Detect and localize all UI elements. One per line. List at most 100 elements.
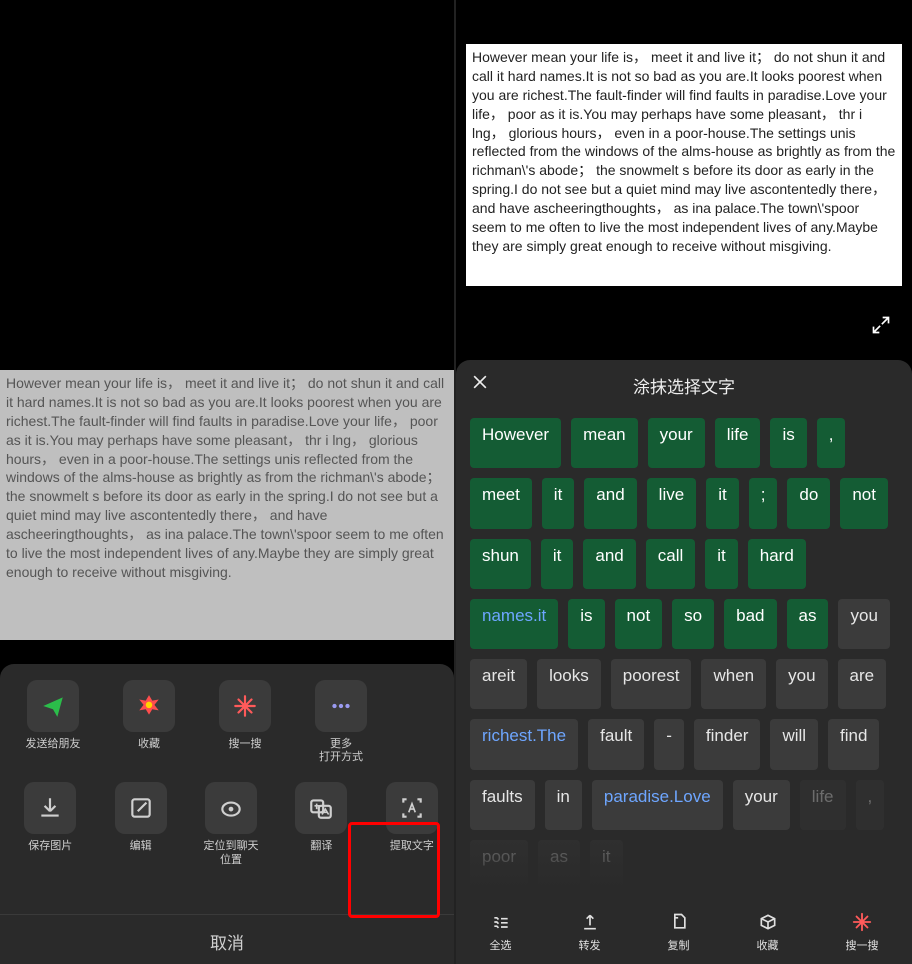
word-chip[interactable]: meet [470,478,532,528]
word-chip[interactable]: do [787,478,830,528]
dimmed-text-preview: However mean your life is， meet it and l… [0,370,454,640]
sheet-item-share[interactable]: 发送给朋友 [18,680,88,764]
word-chip[interactable]: it [705,539,738,589]
sheet-item-search[interactable]: 搜一搜 [210,680,280,764]
word-chip[interactable]: your [733,780,790,830]
word-chip[interactable]: is [568,599,604,649]
word-chip[interactable]: live [647,478,697,528]
word-chip[interactable]: and [583,539,635,589]
toolbar-item-collect[interactable]: 收藏 [757,911,779,953]
sheet-item-label: 更多 打开方式 [319,738,363,764]
sheet-title: 涂抹选择文字 [498,373,898,398]
favorite-icon [123,680,175,732]
sheet-item-label: 保存图片 [28,840,72,853]
translate-icon [295,782,347,834]
word-chip[interactable]: , [856,780,885,830]
word-chip[interactable]: will [770,719,818,769]
sheet-item-download[interactable]: 保存图片 [18,782,82,866]
toolbar-item-forward[interactable]: 转发 [579,911,601,953]
word-chip[interactable]: poorest [611,659,692,709]
select-all-icon [490,911,512,933]
word-chip[interactable]: in [545,780,582,830]
collect-icon [757,911,779,933]
sheet-item-label: 收藏 [138,738,160,751]
search-icon [219,680,271,732]
ocr-icon [386,782,438,834]
sheet-item-label: 提取文字 [390,840,434,853]
word-chip[interactable]: and [584,478,636,528]
toolbar-item-search[interactable]: 搜一搜 [846,911,879,953]
word-chip[interactable]: you [776,659,827,709]
close-icon[interactable] [470,372,498,398]
forward-icon [579,911,601,933]
word-chip[interactable]: as [787,599,829,649]
word-chip[interactable]: richest.The [470,719,578,769]
word-chip[interactable]: are [838,659,887,709]
toolbar-label: 收藏 [757,937,779,953]
word-chip[interactable]: so [672,599,714,649]
search-icon [851,911,873,933]
word-chip[interactable]: fault [588,719,644,769]
word-chip[interactable]: hard [748,539,806,589]
word-chip[interactable]: looks [537,659,601,709]
right-screenshot: However mean your life is， meet it and l… [456,0,912,964]
sheet-item-label: 编辑 [130,840,152,853]
share-sheet: 发送给朋友 收藏 搜一搜 更多 打开方式 保存图片 编辑 定位到聊天 位置翻译 提取文字 取… [0,664,454,964]
word-chip[interactable]: paradise.Love [592,780,723,830]
sheet-item-edit[interactable]: 编辑 [108,782,172,866]
copy-icon [668,911,690,933]
sheet-item-favorite[interactable]: 收藏 [114,680,184,764]
word-chip[interactable]: bad [724,599,776,649]
sheet-item-label: 搜一搜 [229,738,262,751]
expand-icon[interactable] [868,312,894,338]
toolbar-item-copy[interactable]: 复制 [668,911,690,953]
more-icon [315,680,367,732]
word-chip[interactable]: not [615,599,663,649]
toolbar-label: 转发 [579,937,601,953]
word-chip[interactable]: shun [470,539,531,589]
word-chip[interactable]: ; [749,478,778,528]
word-chip[interactable]: it [706,478,739,528]
left-screenshot: However mean your life is， meet it and l… [0,0,456,964]
text-selection-sheet: 涂抹选择文字 Howevermeanyourlifeis,meetitandli… [456,360,912,964]
word-chips-area[interactable]: Howevermeanyourlifeis,meetitandliveit;do… [456,410,912,890]
word-chip[interactable]: life [715,418,761,468]
cancel-button[interactable]: 取消 [0,914,454,964]
sheet-item-label: 发送给朋友 [26,738,81,751]
text-image: However mean your life is， meet it and l… [466,44,902,286]
word-chip[interactable]: it [542,478,575,528]
word-chip[interactable]: - [654,719,684,769]
word-chip[interactable]: names.it [470,599,558,649]
sheet-item-ocr[interactable]: 提取文字 [380,782,444,866]
share-icon [27,680,79,732]
word-chip[interactable]: poor [470,840,528,890]
word-chip[interactable]: you [838,599,889,649]
word-chip[interactable]: finder [694,719,761,769]
word-chip[interactable]: it [541,539,574,589]
toolbar-label: 全选 [490,937,512,953]
word-chip[interactable]: mean [571,418,638,468]
word-chip[interactable]: , [817,418,846,468]
sheet-item-translate[interactable]: 翻译 [289,782,353,866]
word-chip[interactable]: life [800,780,846,830]
word-chip[interactable]: when [701,659,766,709]
download-icon [24,782,76,834]
sheet-item-more[interactable]: 更多 打开方式 [306,680,376,764]
sheet-item-locate[interactable]: 定位到聊天 位置 [199,782,263,866]
sheet-item-label: 翻译 [310,840,332,853]
word-chip[interactable]: call [646,539,696,589]
word-chip[interactable]: faults [470,780,535,830]
toolbar-label: 复制 [668,937,690,953]
word-chip[interactable]: find [828,719,879,769]
word-chip[interactable]: as [538,840,580,890]
word-chip[interactable]: is [770,418,806,468]
word-chip[interactable]: your [648,418,705,468]
edit-icon [115,782,167,834]
word-chip[interactable]: However [470,418,561,468]
toolbar-item-select-all[interactable]: 全选 [490,911,512,953]
toolbar-label: 搜一搜 [846,937,879,953]
word-chip[interactable]: areit [470,659,527,709]
word-chip[interactable]: not [840,478,888,528]
word-chip[interactable]: it [590,840,623,890]
locate-icon [205,782,257,834]
